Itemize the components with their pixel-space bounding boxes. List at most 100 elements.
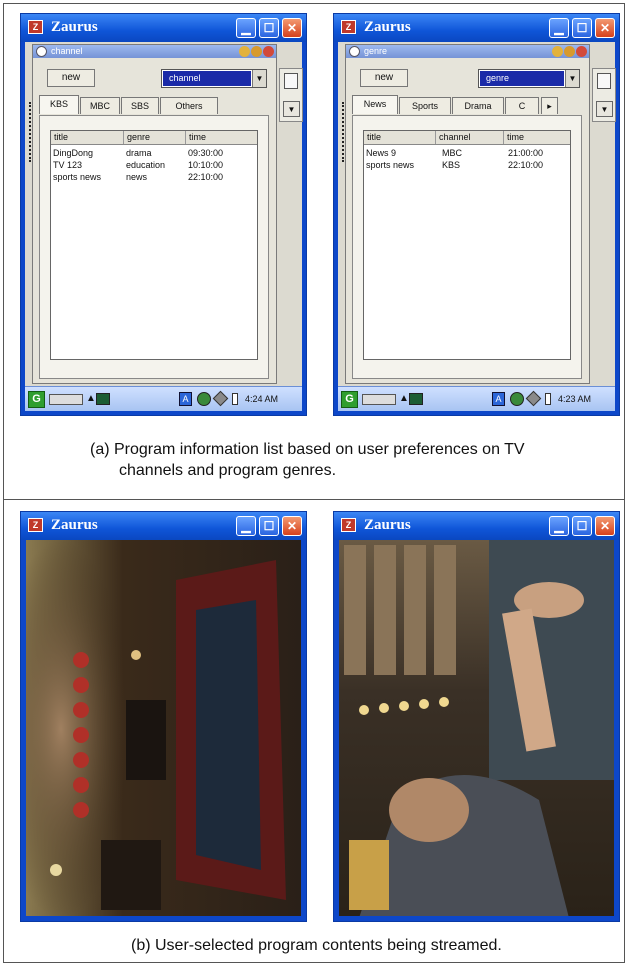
video-frame[interactable] — [339, 540, 614, 916]
start-icon[interactable]: G — [28, 391, 45, 408]
maximize-icon[interactable]: ☐ — [572, 516, 592, 536]
close-app-icon[interactable] — [576, 46, 587, 57]
table-row[interactable]: sports news news 22:10:00 — [51, 171, 257, 183]
title-bar[interactable]: Z Zaurus ▁ ☐ ✕ — [21, 14, 306, 42]
window-title: Zaurus — [364, 517, 411, 533]
table-row[interactable]: DingDong drama 09:30:00 — [51, 147, 257, 159]
video-frame[interactable] — [26, 540, 301, 916]
maximize-app-icon[interactable] — [564, 46, 575, 57]
maximize-icon[interactable]: ☐ — [259, 516, 279, 536]
row-title: TV 123 — [53, 160, 83, 170]
new-button[interactable]: new — [360, 69, 408, 87]
chevron-down-icon[interactable]: ▼ — [252, 70, 266, 87]
taskbar: G ▲ A 4:24 AM — [25, 386, 302, 411]
zaurus-app-icon: Z — [28, 20, 43, 34]
keyboard-icon[interactable] — [362, 394, 396, 405]
row-title: News 9 — [366, 148, 397, 158]
tab-bar: News Sports Drama C ▸ — [352, 95, 586, 115]
genre-select[interactable]: genre ▼ — [478, 69, 580, 88]
close-icon[interactable]: ✕ — [282, 516, 302, 536]
settings-icon[interactable] — [212, 390, 229, 407]
column-time[interactable]: time — [186, 131, 257, 144]
clock[interactable]: 4:23 AM — [558, 392, 591, 406]
input-method-icon[interactable]: ▲ — [86, 393, 96, 405]
close-icon[interactable]: ✕ — [595, 516, 615, 536]
title-bar[interactable]: Z Zaurus ▁ ☐ ✕ — [334, 512, 619, 540]
network-icon[interactable] — [197, 392, 211, 406]
app-icon — [349, 46, 360, 57]
app-title-bar[interactable]: genre — [346, 45, 589, 58]
table-row[interactable]: sports news KBS 22:10:00 — [364, 159, 570, 171]
program-list[interactable]: title genre time DingDong drama 09:30:00… — [50, 130, 258, 360]
program-list[interactable]: title channel time News 9 MBC 21:00:00 s… — [363, 130, 571, 360]
title-bar[interactable]: Z Zaurus ▁ ☐ ✕ — [334, 14, 619, 42]
battery-icon[interactable] — [232, 393, 238, 405]
new-button[interactable]: new — [47, 69, 95, 87]
language-icon[interactable]: A — [492, 392, 505, 406]
app-window: channel new channel ▼ KBS MBC SBS Others… — [32, 44, 277, 384]
minimize-icon[interactable]: ▁ — [236, 516, 256, 536]
row-channel: MBC — [442, 148, 462, 158]
window-title: Zaurus — [51, 19, 98, 35]
window-title: Zaurus — [364, 19, 411, 35]
chevron-down-icon[interactable]: ▼ — [565, 70, 579, 87]
tab-panel: title genre time DingDong drama 09:30:00… — [39, 115, 269, 379]
network-icon[interactable] — [510, 392, 524, 406]
genre-select-value: genre — [480, 71, 564, 86]
clipboard-icon[interactable] — [284, 73, 298, 89]
row-title: sports news — [366, 160, 415, 170]
maximize-icon[interactable]: ☐ — [259, 18, 279, 38]
chevron-down-icon[interactable]: ▼ — [596, 101, 613, 117]
side-toolbar: ▼ — [592, 68, 616, 122]
tab-sports[interactable]: Sports — [399, 97, 451, 114]
column-title[interactable]: title — [51, 131, 124, 144]
table-row[interactable]: News 9 MBC 21:00:00 — [364, 147, 570, 159]
tab-drama[interactable]: Drama — [452, 97, 504, 114]
app-title-bar[interactable]: channel — [33, 45, 276, 58]
chevron-down-icon[interactable]: ▼ — [283, 101, 300, 117]
help-icon[interactable] — [552, 46, 563, 57]
column-genre[interactable]: genre — [124, 131, 186, 144]
minimize-icon[interactable]: ▁ — [549, 18, 569, 38]
settings-icon[interactable] — [525, 390, 542, 407]
streamed-video-image — [339, 540, 614, 916]
window-title: Zaurus — [51, 517, 98, 533]
language-icon[interactable]: A — [179, 392, 192, 406]
title-bar[interactable]: Z Zaurus ▁ ☐ ✕ — [21, 512, 306, 540]
minimize-icon[interactable]: ▁ — [236, 18, 256, 38]
close-app-icon[interactable] — [263, 46, 274, 57]
close-icon[interactable]: ✕ — [282, 18, 302, 38]
table-row[interactable]: TV 123 education 10:10:00 — [51, 159, 257, 171]
monitor-icon[interactable] — [409, 393, 423, 405]
row-genre: news — [126, 172, 148, 182]
column-time[interactable]: time — [504, 131, 570, 144]
window-video-2: Z Zaurus ▁ ☐ ✕ — [333, 511, 620, 922]
tab-sbs[interactable]: SBS — [121, 97, 159, 114]
maximize-icon[interactable]: ☐ — [572, 18, 592, 38]
tab-others[interactable]: Others — [160, 97, 218, 114]
row-title: sports news — [53, 172, 102, 182]
clock[interactable]: 4:24 AM — [245, 392, 278, 406]
help-icon[interactable] — [239, 46, 250, 57]
battery-icon[interactable] — [545, 393, 551, 405]
maximize-app-icon[interactable] — [251, 46, 262, 57]
list-header: title channel time — [364, 131, 570, 145]
close-icon[interactable]: ✕ — [595, 18, 615, 38]
minimize-icon[interactable]: ▁ — [549, 516, 569, 536]
tab-kbs[interactable]: KBS — [39, 95, 79, 114]
column-channel[interactable]: channel — [436, 131, 504, 144]
column-title[interactable]: title — [364, 131, 436, 144]
start-icon[interactable]: G — [341, 391, 358, 408]
row-time: 21:00:00 — [508, 148, 544, 158]
monitor-icon[interactable] — [96, 393, 110, 405]
tab-other[interactable]: C — [505, 97, 539, 114]
clipboard-icon[interactable] — [597, 73, 611, 89]
tab-mbc[interactable]: MBC — [80, 97, 120, 114]
tab-news[interactable]: News — [352, 95, 398, 114]
window-genre: Z Zaurus ▁ ☐ ✕ genre new genre ▼ News Sp… — [333, 13, 620, 416]
app-window: genre new genre ▼ News Sports Drama C ▸ — [345, 44, 590, 384]
keyboard-icon[interactable] — [49, 394, 83, 405]
channel-select[interactable]: channel ▼ — [161, 69, 267, 88]
input-method-icon[interactable]: ▲ — [399, 393, 409, 405]
chevron-right-icon[interactable]: ▸ — [541, 97, 558, 114]
